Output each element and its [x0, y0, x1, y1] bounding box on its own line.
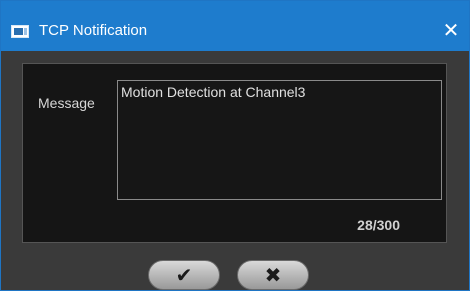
close-icon[interactable]: ✕	[441, 21, 461, 41]
x-icon: ✖	[264, 263, 282, 287]
title-bar: TCP Notification ✕	[1, 1, 469, 51]
cancel-button[interactable]: ✖	[237, 260, 309, 290]
char-counter: 28/300	[357, 217, 400, 233]
message-textarea[interactable]: Motion Detection at Channel3	[117, 80, 442, 200]
message-label: Message	[38, 95, 95, 111]
window-icon	[11, 25, 29, 38]
checkmark-icon: ✔	[175, 263, 193, 287]
message-panel: Message Motion Detection at Channel3 28/…	[22, 63, 447, 243]
ok-button[interactable]: ✔	[148, 260, 220, 290]
dialog-title: TCP Notification	[39, 22, 148, 39]
tcp-notification-dialog: TCP Notification ✕ Message Motion Detect…	[0, 0, 470, 291]
